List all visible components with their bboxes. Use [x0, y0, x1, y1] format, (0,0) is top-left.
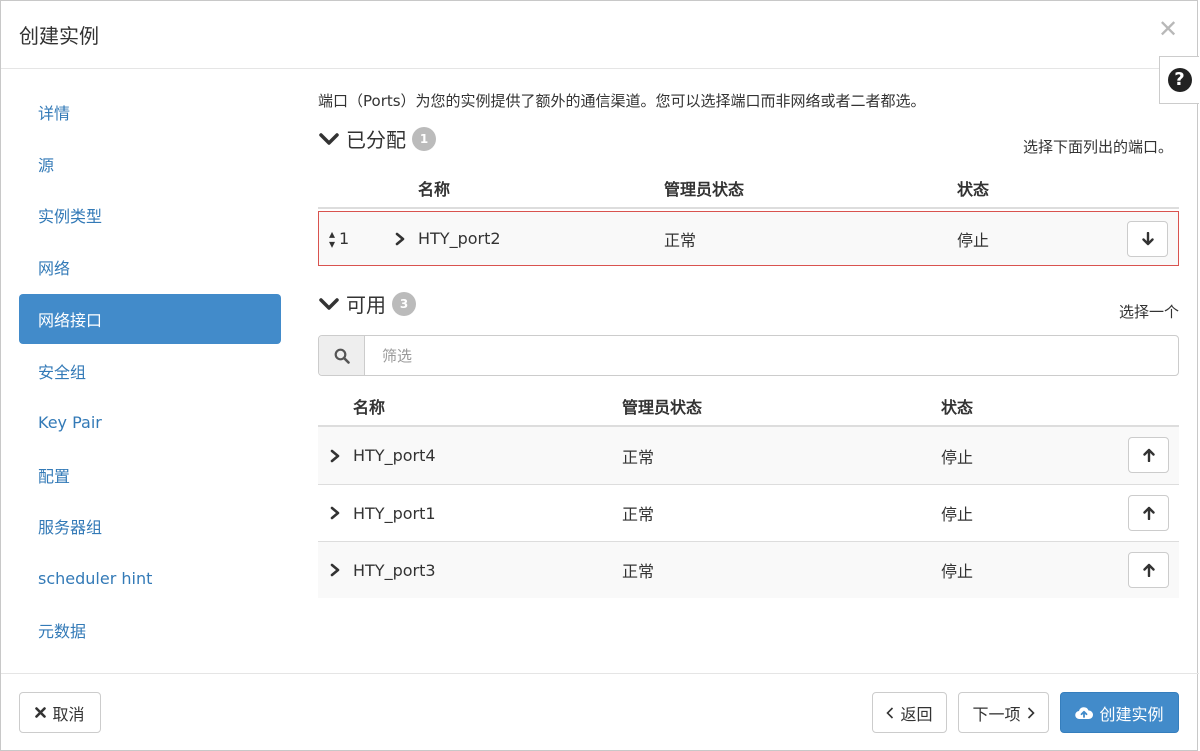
allocated-heading: 已分配: [346, 128, 406, 152]
nav-item-source[interactable]: 源: [19, 138, 281, 190]
port-name: HTY_port4: [353, 446, 436, 465]
arrow-down-icon: [1141, 232, 1154, 246]
back-button[interactable]: 返回: [872, 692, 947, 733]
allocated-header-status: 状态: [957, 180, 990, 199]
allocated-note: 选择下面列出的端口。: [1022, 138, 1173, 156]
back-label: 返回: [900, 704, 933, 724]
nav-item-flavor[interactable]: 实例类型: [19, 190, 281, 242]
available-count-badge: 3: [392, 291, 416, 316]
expand-row-icon[interactable]: [328, 542, 342, 598]
intro-text: 端口（Ports）为您的实例提供了额外的通信渠道。您可以选择端口而非网络或者二者…: [318, 92, 926, 110]
table-row: HTY_port4 正常 停止: [318, 427, 1179, 484]
cancel-label: 取消: [52, 704, 85, 724]
allocate-button[interactable]: [1128, 495, 1169, 531]
nav-item-networks[interactable]: 网络: [19, 241, 281, 293]
allocated-section-toggle[interactable]: 已分配 1: [318, 124, 436, 153]
admin-state: 正常: [622, 562, 655, 581]
port-status: 停止: [941, 505, 974, 524]
nav-item-details[interactable]: 详情: [19, 86, 281, 138]
chevron-down-icon: [319, 132, 339, 145]
next-label: 下一项: [972, 704, 1021, 724]
allocate-button[interactable]: [1128, 437, 1169, 473]
nav-item-server-groups[interactable]: 服务器组: [19, 501, 281, 553]
arrow-up-icon: [1142, 506, 1155, 520]
chevron-right-icon: [1027, 706, 1035, 719]
dialog-footer: 取消 返回 下一项 创建实例: [1, 673, 1199, 751]
allocated-header-name: 名称: [418, 180, 451, 199]
create-instance-label: 创建实例: [1099, 704, 1164, 724]
dialog-header: 创建实例 ✕: [1, 1, 1199, 69]
expand-row-icon[interactable]: [328, 427, 342, 484]
deallocate-button[interactable]: [1127, 221, 1168, 257]
allocated-count-badge: 1: [412, 126, 436, 151]
table-row: HTY_port3 正常 停止: [318, 541, 1179, 598]
chevron-down-icon: [319, 297, 339, 310]
create-instance-button[interactable]: 创建实例: [1060, 692, 1179, 733]
cancel-button[interactable]: 取消: [19, 692, 101, 733]
nav-item-scheduler-hint[interactable]: scheduler hint: [19, 552, 281, 604]
allocated-header-admin-state: 管理员状态: [664, 180, 745, 199]
available-heading: 可用: [346, 293, 386, 317]
nav-item-metadata[interactable]: 元数据: [19, 604, 281, 656]
close-icon[interactable]: ✕: [1158, 17, 1178, 41]
arrow-up-icon: [1142, 563, 1155, 577]
filter-input[interactable]: [366, 336, 1166, 375]
admin-state: 正常: [622, 447, 655, 467]
port-name: HTY_port2: [418, 229, 501, 248]
nav-item-configuration[interactable]: 配置: [19, 449, 281, 501]
dialog-title: 创建实例: [19, 24, 99, 48]
port-status: 停止: [941, 447, 974, 467]
wizard-nav: 详情 源 实例类型 网络 网络接口 安全组 Key Pair 配置 服务器组 s…: [19, 86, 281, 656]
port-name: HTY_port3: [353, 560, 436, 580]
port-name: HTY_port1: [353, 503, 436, 523]
search-icon: [319, 336, 365, 375]
allocated-row: ▴ ▾ 1 HTY_port2 正常 停止: [318, 211, 1179, 266]
drag-handle[interactable]: ▴ ▾ 1: [329, 212, 349, 265]
port-status: 停止: [957, 230, 990, 250]
filter-box: [318, 335, 1179, 376]
chevron-right-icon: [330, 506, 340, 520]
admin-state: 正常: [664, 230, 697, 250]
close-icon: [35, 707, 47, 718]
port-status: 停止: [941, 562, 974, 581]
cloud-upload-icon: [1075, 706, 1094, 720]
admin-state: 正常: [622, 505, 655, 524]
help-button[interactable]: ?: [1159, 56, 1199, 104]
available-header-admin-state: 管理员状态: [622, 398, 703, 417]
available-note: 选择一个: [1118, 303, 1179, 321]
nav-item-security-groups[interactable]: 安全组: [19, 345, 281, 397]
available-header-name: 名称: [353, 398, 386, 417]
chevron-right-icon: [330, 449, 340, 462]
allocated-header-divider: [318, 207, 1179, 209]
row-order: 1: [339, 229, 350, 248]
chevron-right-icon: [330, 563, 340, 577]
chevron-right-icon: [395, 232, 405, 245]
sort-icon: ▴ ▾: [329, 226, 336, 251]
nav-item-network-ports[interactable]: 网络接口: [19, 294, 281, 345]
available-section-toggle[interactable]: 可用 3: [318, 289, 416, 318]
arrow-up-icon: [1142, 448, 1155, 462]
chevron-left-icon: [886, 706, 894, 719]
nav-item-key-pair[interactable]: Key Pair: [19, 397, 281, 449]
question-icon: ?: [1167, 68, 1192, 92]
allocate-button[interactable]: [1128, 552, 1169, 588]
available-header-status: 状态: [941, 398, 974, 417]
expand-row-icon[interactable]: [328, 485, 342, 541]
create-instance-dialog: 创建实例 ✕ ? 详情 源 实例类型 网络 网络接口 安全组 Key Pair …: [0, 0, 1199, 751]
table-row: HTY_port1 正常 停止: [318, 484, 1179, 541]
next-button[interactable]: 下一项: [958, 692, 1049, 733]
expand-row-icon[interactable]: [393, 212, 407, 265]
